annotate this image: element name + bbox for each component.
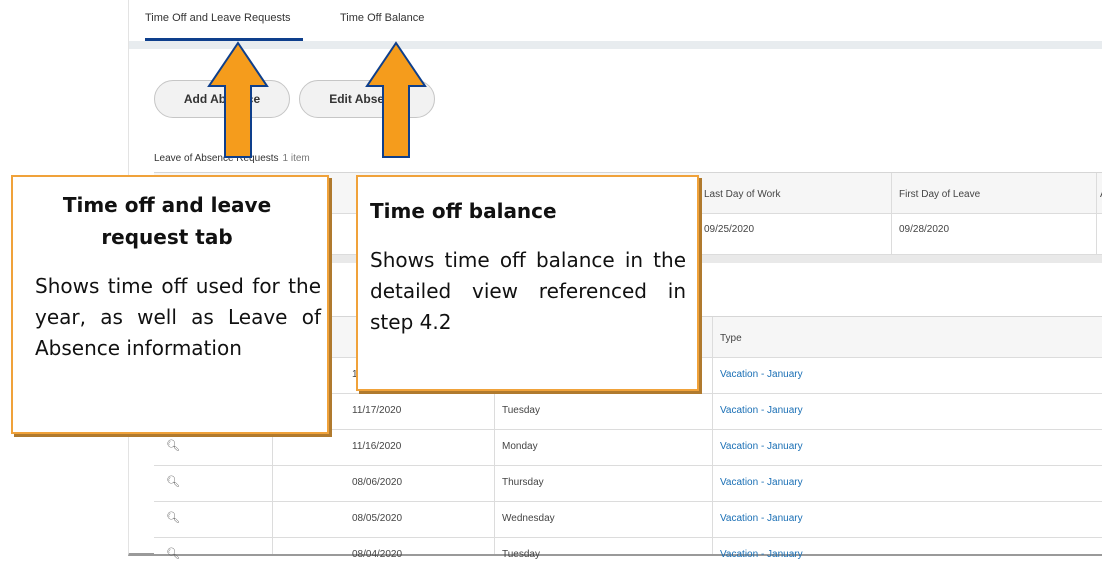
last-day-of-work-value: 09/25/2020 xyxy=(704,224,755,235)
day-cell: Tuesday xyxy=(502,549,540,560)
first-day-of-leave-value: 09/28/2020 xyxy=(899,224,950,235)
callout-time-off-balance: Time off balance Shows time off balance … xyxy=(356,175,699,391)
header-last-day-of-work: Last Day of Work xyxy=(704,189,781,200)
tabs-divider xyxy=(129,41,1102,49)
tab-time-off-balance[interactable]: Time Off Balance xyxy=(340,12,424,24)
magnifier-icon[interactable]: 🔍︎ xyxy=(166,475,180,488)
type-link[interactable]: Vacation - January xyxy=(720,441,803,452)
callout-body: Shows time off used for the year, as wel… xyxy=(35,274,321,360)
column-divider xyxy=(1096,173,1097,255)
day-cell: Thursday xyxy=(502,477,544,488)
arrow-up-icon xyxy=(207,41,269,158)
day-cell: Tuesday xyxy=(502,405,540,416)
day-cell: Monday xyxy=(502,441,538,452)
arrow-up-icon xyxy=(365,41,427,158)
type-link[interactable]: Vacation - January xyxy=(720,405,803,416)
type-link[interactable]: Vacation - January xyxy=(720,477,803,488)
magnifier-icon[interactable]: 🔍︎ xyxy=(166,439,180,452)
day-cell: Wednesday xyxy=(502,513,555,524)
table-row[interactable]: 🔍︎ 11/16/2020 Monday Vacation - January xyxy=(154,429,1102,465)
magnifier-icon[interactable]: 🔍︎ xyxy=(166,511,180,524)
table-row[interactable]: 🔍︎ 08/05/2020 Wednesday Vacation - January xyxy=(154,501,1102,537)
table-row[interactable]: 🔍︎ 08/06/2020 Thursday Vacation - January xyxy=(154,465,1102,501)
type-link[interactable]: Vacation - January xyxy=(720,549,803,560)
header-type: Type xyxy=(720,333,742,344)
callout-title: Time off and leave request tab xyxy=(62,193,272,249)
header-first-day-of-leave: First Day of Leave xyxy=(899,189,981,200)
date-cell: 11/17/2020 xyxy=(352,405,402,416)
date-cell: 11/16/2020 xyxy=(352,441,402,452)
date-cell: 08/05/2020 xyxy=(352,513,403,524)
item-count: 1 item xyxy=(282,153,310,164)
date-cell: 08/04/2020 xyxy=(352,549,403,560)
callout-title: Time off balance xyxy=(370,199,557,223)
magnifier-icon[interactable]: 🔍︎ xyxy=(166,547,180,560)
date-cell: 08/06/2020 xyxy=(352,477,403,488)
type-link[interactable]: Vacation - January xyxy=(720,369,803,380)
callout-time-off-and-leave-request-tab: Time off and leave request tab Shows tim… xyxy=(11,175,329,434)
table-row[interactable]: 🔍︎ 08/04/2020 Tuesday Vacation - January xyxy=(154,537,1102,573)
type-link[interactable]: Vacation - January xyxy=(720,513,803,524)
callout-body: Shows time off balance in the detailed v… xyxy=(370,248,686,334)
column-divider xyxy=(891,173,892,255)
tab-time-off-and-leave-requests[interactable]: Time Off and Leave Requests xyxy=(145,12,291,24)
